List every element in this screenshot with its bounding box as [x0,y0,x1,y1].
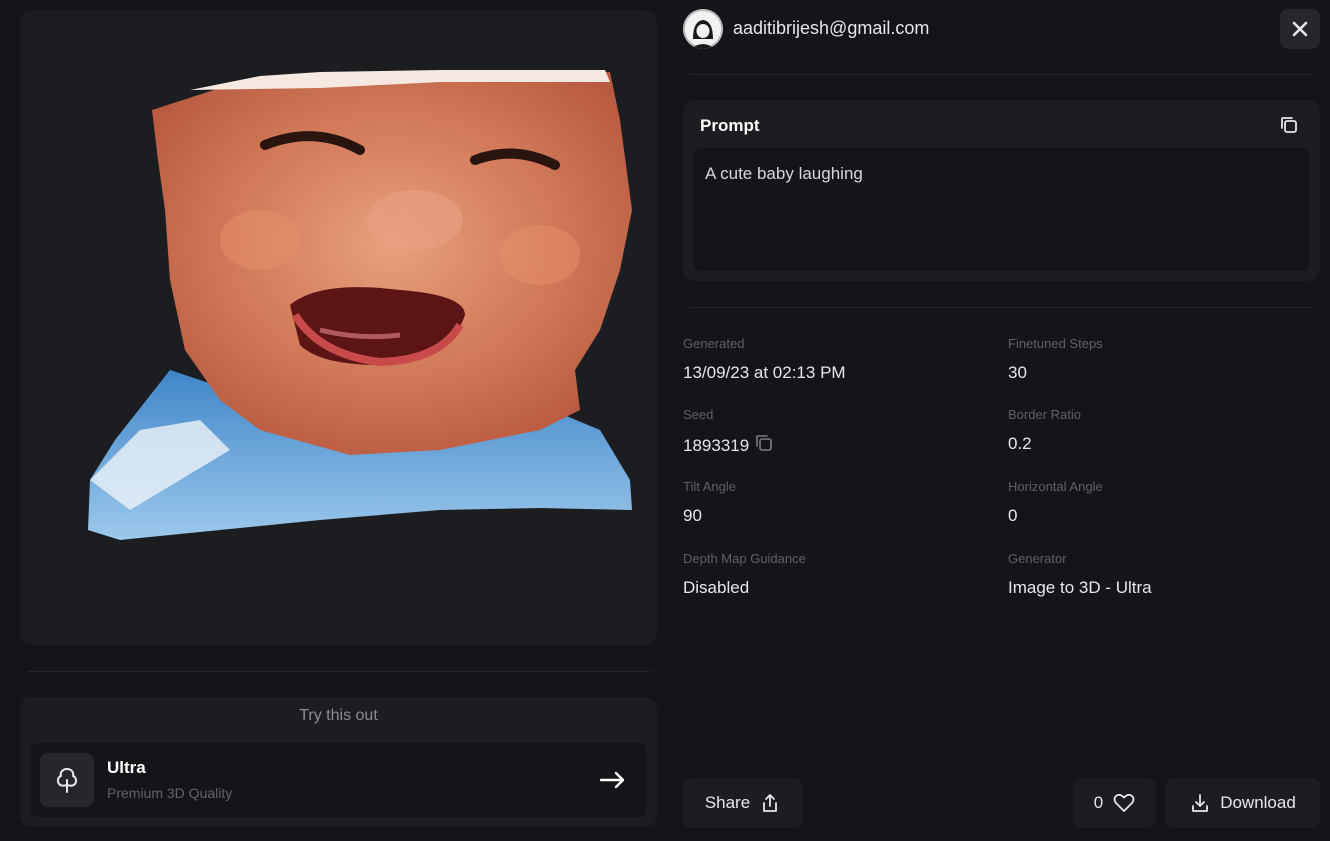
prompt-text: A cute baby laughing [705,164,863,183]
arrow-right-icon[interactable] [599,767,625,798]
seed-field: Seed 1893319 [683,407,773,457]
copy-seed-icon[interactable] [755,434,773,457]
depth-map-field: Depth Map Guidance Disabled [683,551,806,598]
left-divider [28,671,650,672]
like-button[interactable]: 0 [1073,778,1156,828]
seed-label: Seed [683,407,714,422]
border-ratio-field: Border Ratio 0.2 [1008,407,1081,454]
try-ultra-item[interactable]: Ultra Premium 3D Quality [30,743,647,817]
header-divider [690,74,1312,75]
user-email[interactable]: aaditibrijesh@gmail.com [733,18,929,39]
steps-value: 30 [1008,363,1027,382]
model-preview-panel[interactable] [20,10,657,645]
close-button[interactable] [1280,9,1320,49]
copy-prompt-icon[interactable] [1280,116,1298,139]
download-label: Download [1220,793,1296,812]
prompt-card: Prompt A cute baby laughing [683,100,1320,281]
avatar-icon [683,9,723,49]
tree-icon [40,753,94,807]
prompt-box: A cute baby laughing [693,148,1310,271]
share-button[interactable]: Share [683,778,802,828]
details-divider [690,307,1312,308]
try-this-out-card: Try this out Ultra Premium 3D Quality [20,697,657,827]
tilt-angle-field: Tilt Angle 90 [683,479,736,526]
try-item-subtitle: Premium 3D Quality [107,785,233,801]
heart-icon [1113,793,1135,812]
generated-field: Generated 13/09/23 at 02:13 PM [683,336,846,383]
depth-map-value: Disabled [683,578,750,597]
generated-label: Generated [683,336,745,351]
download-button[interactable]: Download [1166,778,1320,828]
prompt-title: Prompt [700,116,760,135]
horizontal-angle-field: Horizontal Angle 0 [1008,479,1103,526]
horizontal-angle-label: Horizontal Angle [1008,479,1103,494]
generator-field: Generator Image to 3D - Ultra [1008,551,1152,598]
baby-3d-model-image [88,70,632,540]
avatar[interactable] [683,9,723,49]
depth-map-label: Depth Map Guidance [683,551,806,566]
generator-value: Image to 3D - Ultra [1008,578,1152,597]
tilt-angle-label: Tilt Angle [683,479,736,494]
tilt-angle-value: 90 [683,506,702,525]
steps-field: Finetuned Steps 30 [1008,336,1103,383]
generated-value: 13/09/23 at 02:13 PM [683,363,846,382]
download-icon [1192,794,1209,812]
share-label: Share [704,793,751,812]
seed-value: 1893319 [683,435,750,455]
like-count: 0 [1093,793,1104,812]
border-ratio-value: 0.2 [1008,434,1032,453]
close-icon [1292,21,1308,37]
steps-label: Finetuned Steps [1008,336,1103,351]
horizontal-angle-value: 0 [1008,506,1018,525]
generator-label: Generator [1008,551,1067,566]
share-icon [763,794,778,812]
try-item-name: Ultra [107,758,146,777]
border-ratio-label: Border Ratio [1008,407,1081,422]
try-section-title: Try this out [299,707,378,724]
